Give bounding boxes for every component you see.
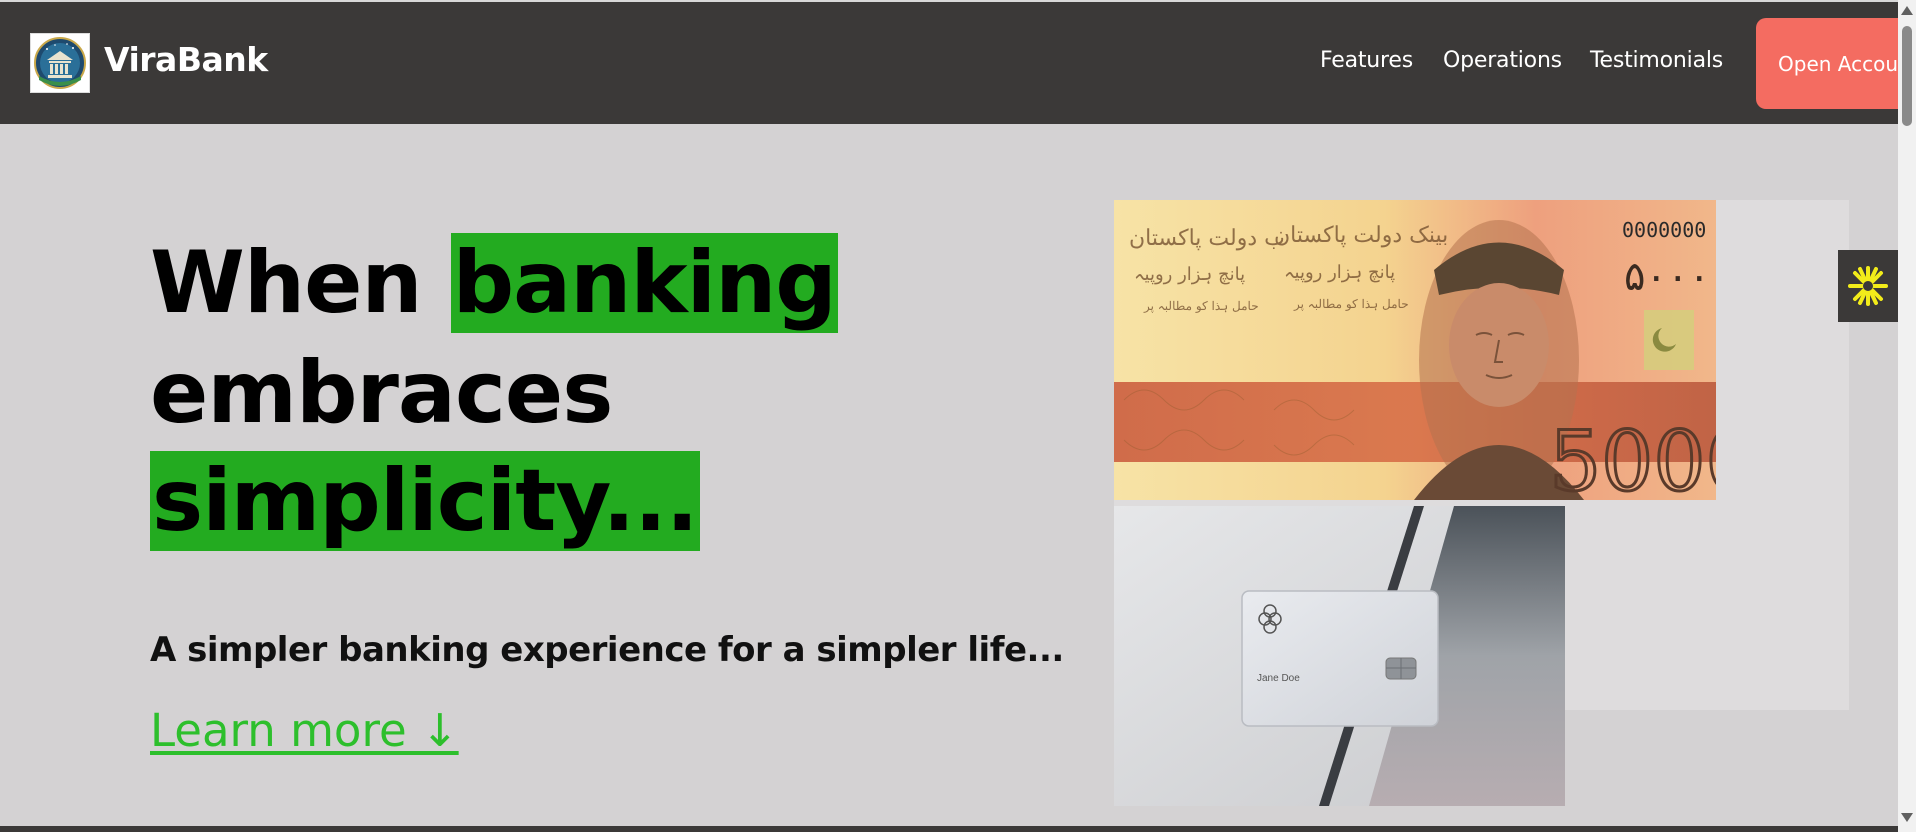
scroll-down-arrow-icon[interactable] (1901, 813, 1913, 822)
nav-link-features[interactable]: Features (1320, 48, 1413, 73)
bank-emblem-icon (34, 37, 86, 89)
hero-highlight-simplicity: simplicity... (150, 451, 700, 551)
svg-text:پانچ ہزار روپیہ: پانچ ہزار روپیہ (1134, 264, 1245, 285)
learn-more-link[interactable]: Learn more ↓ (150, 704, 459, 757)
brand-name[interactable]: ViraBank (104, 40, 268, 79)
page-viewport: ViraBank Features Operations Testimonial… (0, 0, 1898, 832)
vertical-scrollbar[interactable] (1898, 0, 1916, 832)
bank-card-illustration: Jane Doe (1114, 506, 1565, 806)
svg-text:پانچ ہزار روپیہ: پانچ ہزار روپیہ (1284, 262, 1395, 283)
svg-text:حامل ہذا کو مطالبہ پر: حامل ہذا کو مطالبہ پر (1293, 297, 1409, 311)
banknote-illustration: ب دولت پاکستان بینک دولت پاکستان پانچ ہز… (1114, 200, 1716, 500)
banknote-serial: 0000000 (1622, 218, 1706, 242)
banknote-top-denomination: ۵۰۰۰ (1624, 254, 1710, 300)
hero-heading-line-3: simplicity... (150, 451, 700, 551)
hero-subtitle: A simpler banking experience for a simpl… (150, 630, 1064, 670)
open-account-button[interactable]: Open Account (1756, 18, 1898, 109)
hero-heading-line-2: embraces (150, 343, 613, 443)
bank-card-image: Jane Doe (1114, 506, 1565, 806)
svg-text:ب دولت پاکستان: ب دولت پاکستان (1129, 226, 1285, 251)
svg-text:بینک دولت پاکستان: بینک دولت پاکستان (1274, 223, 1448, 248)
scroll-up-arrow-icon[interactable] (1901, 6, 1913, 15)
top-navigation-bar: ViraBank Features Operations Testimonial… (0, 0, 1898, 124)
svg-text:حامل ہذا کو مطالبہ پر: حامل ہذا کو مطالبہ پر (1143, 299, 1259, 313)
nav-link-testimonials[interactable]: Testimonials (1590, 48, 1723, 73)
brand-logo[interactable] (30, 33, 90, 93)
hero-highlight-banking: banking (450, 233, 838, 333)
scrollbar-thumb[interactable] (1902, 26, 1912, 126)
hero-heading-line-1: When banking (150, 233, 838, 333)
hero-heading-plain: When (150, 233, 451, 333)
banknote-image: ب دولت پاکستان بینک دولت پاکستان پانچ ہز… (1114, 200, 1716, 500)
card-holder-name: Jane Doe (1257, 673, 1300, 684)
nav-link-operations[interactable]: Operations (1443, 48, 1562, 73)
asterisk-icon (1848, 266, 1888, 306)
window-top-edge (0, 0, 1898, 2)
page-bottom-edge (0, 826, 1898, 832)
floating-widget-button[interactable] (1838, 250, 1898, 322)
banknote-denomination: 5000 (1549, 415, 1716, 500)
